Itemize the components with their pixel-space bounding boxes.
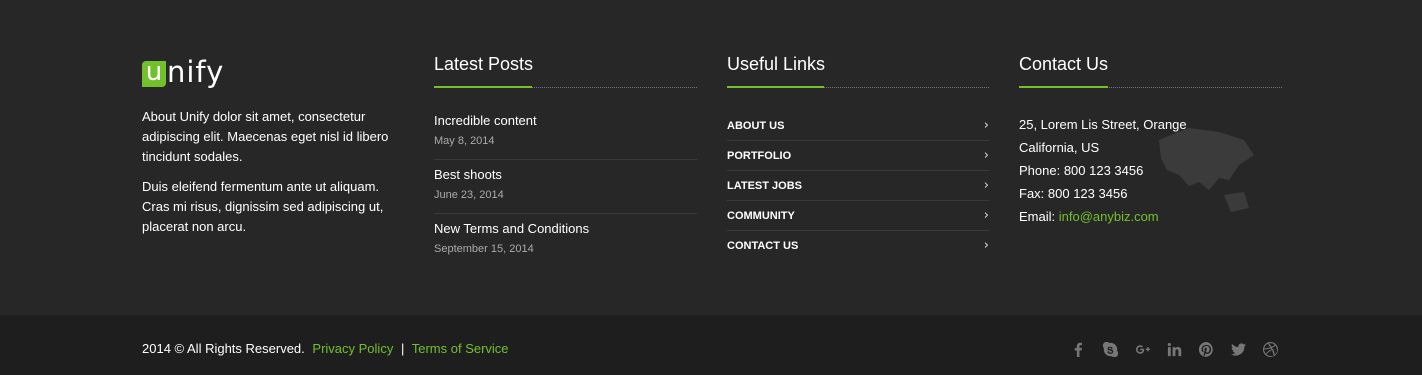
- heading-text: Latest Posts: [434, 54, 534, 74]
- link-portfolio[interactable]: Portfolio ›: [727, 141, 989, 171]
- logo-text: nify: [167, 55, 225, 89]
- chevron-right-icon: ›: [983, 207, 989, 223]
- link-community[interactable]: Community ›: [727, 201, 989, 231]
- heading-accent-bar: [434, 86, 532, 88]
- terms-of-service-link[interactable]: Terms of Service: [412, 341, 509, 356]
- post-date: May 8, 2014: [434, 135, 495, 147]
- link-contact-us[interactable]: Contact us ›: [727, 231, 989, 261]
- about-text: About Unify dolor sit amet, consectetur …: [142, 107, 404, 247]
- linkedin-icon[interactable]: [1166, 341, 1182, 357]
- post-date: June 23, 2014: [434, 189, 504, 201]
- chevron-right-icon: ›: [983, 117, 989, 133]
- heading-text: Useful Links: [727, 54, 826, 74]
- post-item: New Terms and Conditions September 15, 2…: [434, 214, 697, 268]
- skype-icon[interactable]: [1102, 341, 1118, 357]
- post-title-link[interactable]: Best shoots: [434, 167, 697, 183]
- link-label: Portfolio: [727, 149, 792, 162]
- link-latest-jobs[interactable]: Latest jobs ›: [727, 171, 989, 201]
- footer-bottom-bar: 2014 © All Rights Reserved. Privacy Poli…: [0, 315, 1422, 375]
- post-date: September 15, 2014: [434, 243, 534, 255]
- heading-accent-bar: [727, 86, 824, 88]
- email-link[interactable]: info@anybiz.com: [1059, 209, 1159, 224]
- about-paragraph: Duis eleifend fermentum ante ut aliquam.…: [142, 179, 384, 234]
- address-line: 25, Lorem Lis Street, Orange: [1019, 117, 1187, 132]
- link-label: Community: [727, 209, 795, 222]
- footer-main: u nify About Unify dolor sit amet, consec…: [0, 0, 1422, 315]
- links-list: About us › Portfolio › Latest jobs › Com…: [727, 111, 989, 261]
- unify-logo[interactable]: u nify: [142, 53, 224, 87]
- link-label: Contact us: [727, 240, 799, 252]
- chevron-right-icon: ›: [983, 238, 989, 253]
- email-label: Email:: [1019, 209, 1059, 224]
- heading-text: Contact Us: [1019, 54, 1109, 74]
- email-line: Email: info@anybiz.com: [1019, 205, 1282, 228]
- privacy-policy-link[interactable]: Privacy Policy: [312, 341, 393, 356]
- address-line: California, US: [1019, 140, 1100, 155]
- post-item: Incredible content May 8, 2014: [434, 106, 697, 160]
- link-label: Latest jobs: [727, 179, 802, 192]
- about-paragraph: About Unify dolor sit amet, consectetur …: [142, 109, 389, 164]
- logo-mark: u: [142, 59, 166, 87]
- heading-accent-bar: [1019, 86, 1108, 88]
- link-about-us[interactable]: About us ›: [727, 111, 989, 141]
- posts-list: Incredible content May 8, 2014 Best shoo…: [434, 106, 697, 268]
- dribbble-icon[interactable]: [1262, 341, 1278, 357]
- google-plus-icon[interactable]: [1134, 341, 1150, 357]
- contact-info: 25, Lorem Lis Street, Orange California,…: [1019, 113, 1282, 228]
- post-title-link[interactable]: Incredible content: [434, 113, 697, 129]
- link-separator: |: [400, 341, 405, 356]
- latest-posts-heading: Latest Posts: [434, 52, 697, 88]
- post-title-link[interactable]: New Terms and Conditions: [434, 221, 697, 237]
- social-links: [1070, 341, 1278, 357]
- chevron-right-icon: ›: [983, 177, 989, 193]
- twitter-icon[interactable]: [1230, 341, 1246, 357]
- phone-number: Phone: 800 123 3456: [1019, 163, 1144, 178]
- useful-links-heading: Useful Links: [727, 52, 989, 88]
- copyright: 2014 © All Rights Reserved. Privacy Poli…: [142, 341, 509, 357]
- copyright-text: 2014 © All Rights Reserved.: [142, 341, 305, 356]
- facebook-icon[interactable]: [1070, 341, 1086, 357]
- link-label: About us: [727, 119, 785, 132]
- chevron-right-icon: ›: [983, 147, 989, 163]
- contact-heading: Contact Us: [1019, 52, 1282, 88]
- post-item: Best shoots June 23, 2014: [434, 160, 697, 214]
- pinterest-icon[interactable]: [1198, 341, 1214, 357]
- fax-number: Fax: 800 123 3456: [1019, 186, 1128, 201]
